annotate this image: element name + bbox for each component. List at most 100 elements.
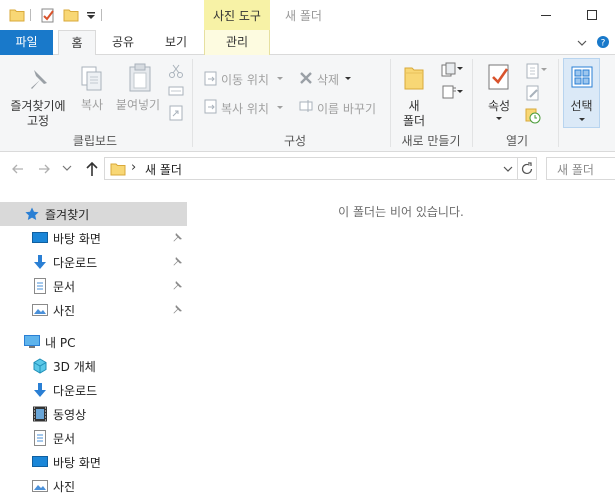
ribbon-expand-icon[interactable] (576, 38, 588, 48)
pictures-icon (32, 304, 48, 316)
copy-to-label: 복사 위치 (221, 102, 269, 116)
open-dropdown-icon[interactable] (540, 67, 548, 73)
file-list-area[interactable]: 이 폴더는 비어 있습니다. (187, 186, 615, 495)
nav-item-desktop[interactable]: 바탕 화면 (0, 226, 187, 250)
download-arrow-icon (34, 383, 46, 397)
customize-dropdown-icon[interactable] (83, 7, 99, 23)
group-separator (192, 59, 193, 147)
properties-check-icon[interactable] (40, 7, 56, 23)
ribbon: 즐겨찾기에 고정 복사 붙여넣기 클립보드 이동 위치 복사 위치 삭제 이름 … (0, 55, 615, 152)
select-dropdown-icon (579, 118, 585, 121)
download-arrow-icon (34, 255, 46, 269)
breadcrumb-separator[interactable]: › (131, 160, 136, 175)
delete-dropdown-icon (345, 77, 351, 80)
nav-item-desktop-pc[interactable]: 바탕 화면 (0, 450, 187, 474)
history-icon[interactable] (525, 108, 541, 124)
forward-arrow-icon[interactable] (37, 162, 51, 176)
move-to-dropdown-icon (277, 77, 283, 80)
select-label: 선택 (570, 99, 593, 113)
tab-view[interactable]: 보기 (158, 30, 194, 55)
open-group-label: 열기 (505, 134, 529, 148)
new-group-label: 새로 만들기 (401, 134, 461, 148)
tab-file[interactable]: 파일 (0, 30, 53, 55)
cut-icon[interactable] (168, 63, 184, 79)
nav-item-videos[interactable]: 동영상 (0, 402, 187, 426)
document-icon (34, 430, 46, 446)
nav-item-label: 3D 개체 (53, 360, 96, 374)
tab-share[interactable]: 공유 (105, 30, 141, 55)
nav-item-label: 사진 (53, 480, 76, 494)
nav-item-documents[interactable]: 문서 (0, 274, 187, 298)
properties-dropdown-icon (496, 117, 502, 120)
rename-label: 이름 바꾸기 (317, 102, 377, 116)
desktop-icon (32, 232, 48, 243)
pin-icon[interactable] (172, 256, 183, 267)
nav-item-downloads-pc[interactable]: 다운로드 (0, 378, 187, 402)
up-arrow-icon[interactable] (85, 161, 99, 177)
address-dropdown-icon[interactable] (503, 165, 513, 173)
copy-icon (81, 66, 102, 91)
minimize-button[interactable] (523, 0, 569, 30)
properties-label: 속성 (487, 99, 511, 113)
new-folder-icon[interactable] (63, 7, 79, 23)
organize-group-label: 구성 (283, 134, 307, 148)
select-button[interactable]: 선택 (563, 58, 600, 128)
copy-label: 복사 (80, 98, 104, 112)
picture-tools-header: 사진 도구 (204, 0, 270, 30)
pin-icon[interactable] (172, 280, 183, 291)
pictures-icon (32, 480, 48, 492)
open-icon[interactable] (525, 63, 541, 79)
pin-icon[interactable] (172, 304, 183, 315)
folder-icon[interactable] (9, 7, 25, 23)
group-separator (558, 59, 559, 147)
maximize-button[interactable] (569, 0, 615, 30)
easy-access-dropdown-icon[interactable] (456, 89, 464, 95)
search-box[interactable]: 새 폴더 (546, 157, 615, 180)
help-icon[interactable]: ? (596, 35, 610, 49)
nav-item-documents-pc[interactable]: 문서 (0, 426, 187, 450)
paste-shortcut-icon[interactable] (169, 105, 183, 121)
context-tab-group-label: 사진 도구 (213, 9, 261, 23)
recent-locations-icon[interactable] (62, 164, 72, 172)
properties-icon (488, 64, 509, 90)
nav-item-label: 문서 (53, 432, 76, 446)
refresh-button[interactable] (517, 157, 537, 180)
nav-item-label: 사진 (53, 304, 76, 318)
nav-item-pictures[interactable]: 사진 (0, 298, 187, 322)
maximize-icon (587, 10, 597, 20)
easy-access-icon[interactable] (441, 84, 457, 100)
computer-icon (24, 335, 40, 348)
nav-quick-access[interactable]: 즐겨찾기 (0, 202, 187, 226)
this-pc-label: 내 PC (45, 336, 76, 350)
title-bar: 사진 도구 새 폴더 (0, 0, 615, 30)
address-bar[interactable]: › 새 폴더 (104, 157, 518, 180)
copy-to-dropdown-icon (277, 106, 283, 109)
nav-item-3d-objects[interactable]: 3D 개체 (0, 354, 187, 378)
folder-icon (110, 163, 126, 176)
new-item-icon[interactable] (441, 62, 457, 78)
nav-item-pictures-pc[interactable]: 사진 (0, 474, 187, 498)
nav-item-downloads[interactable]: 다운로드 (0, 250, 187, 274)
navigation-pane: 즐겨찾기 바탕 화면 다운로드 문서 사진 내 PC 3D 개체 다운로드 동영… (0, 186, 187, 495)
move-to-icon (204, 71, 217, 86)
rename-icon (299, 100, 313, 112)
paste-icon (129, 63, 151, 92)
nav-item-label: 바탕 화면 (53, 232, 101, 246)
tab-manage[interactable]: 관리 (204, 30, 270, 55)
star-icon (25, 207, 39, 220)
back-arrow-icon[interactable] (11, 162, 25, 176)
nav-item-label: 문서 (53, 280, 76, 294)
clipboard-group-label: 클립보드 (72, 134, 118, 148)
breadcrumb-current[interactable]: 새 폴더 (145, 161, 182, 178)
svg-text:?: ? (601, 39, 606, 49)
nav-item-label: 동영상 (53, 408, 87, 422)
nav-this-pc[interactable]: 내 PC (0, 330, 187, 354)
tab-home[interactable]: 홈 (58, 30, 96, 56)
copy-path-icon[interactable] (168, 85, 184, 97)
ribbon-tabs: 파일 홈 공유 보기 관리 ? (0, 30, 615, 56)
refresh-icon (521, 162, 533, 175)
pin-icon[interactable] (172, 232, 183, 243)
edit-icon[interactable] (525, 85, 541, 101)
delete-x-icon (300, 72, 312, 84)
new-item-dropdown-icon[interactable] (456, 66, 464, 72)
